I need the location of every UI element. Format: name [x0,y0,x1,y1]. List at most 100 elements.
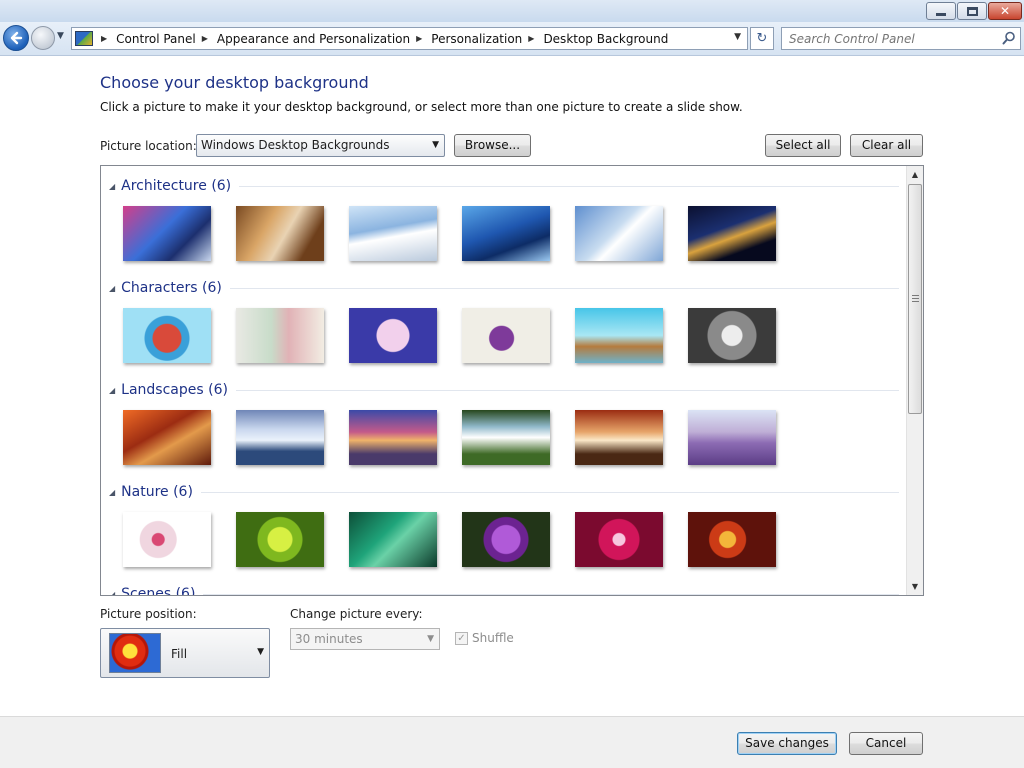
wallpaper-thumbnail[interactable] [123,206,211,261]
category-title: Characters (6) [121,280,222,296]
wallpaper-thumbnail[interactable] [462,308,550,363]
picture-position-value: Fill [171,647,188,661]
back-arrow-icon [10,31,23,45]
search-box[interactable] [781,27,1021,50]
close-button[interactable]: ✕ [988,2,1022,20]
picture-location-dropdown[interactable]: Windows Desktop Backgrounds ▼ [196,134,445,157]
recent-pages-dropdown-icon[interactable]: ▼ [57,31,67,45]
wallpaper-thumbnail[interactable] [236,206,324,261]
shuffle-label: Shuffle [472,631,514,645]
wallpaper-thumbnail[interactable] [123,512,211,567]
picture-location-label: Picture location: [100,139,197,153]
search-input[interactable] [782,28,992,49]
wallpaper-thumbnail[interactable] [462,410,550,465]
wallpaper-thumbnail[interactable] [575,206,663,261]
category-header[interactable]: ◢ Architecture (6) [109,176,899,196]
address-bar[interactable]: ▶ Control Panel ▶ Appearance and Persona… [71,27,748,50]
address-dropdown-icon[interactable]: ▼ [734,32,741,42]
breadcrumb-separator-icon[interactable]: ▶ [528,34,534,43]
wallpaper-thumbnail[interactable] [349,410,437,465]
breadcrumb-separator-icon[interactable]: ▶ [416,34,422,43]
select-all-button[interactable]: Select all [765,134,841,157]
category-header[interactable]: ◢ Nature (6) [109,482,899,502]
checkmark-icon[interactable]: ✓ [455,631,468,645]
page-description: Click a picture to make it your desktop … [100,100,743,114]
wallpaper-thumbnail[interactable] [688,410,776,465]
restore-button[interactable] [957,2,987,20]
wallpaper-thumbnail[interactable] [688,206,776,261]
picture-position-dropdown[interactable]: Fill ▼ [100,628,270,678]
category-title: Landscapes (6) [121,382,228,398]
picture-location-value: Windows Desktop Backgrounds [201,138,390,152]
category-divider [239,185,899,187]
refresh-icon: ↻ [756,31,768,46]
clear-all-button[interactable]: Clear all [850,134,923,157]
category-title: Architecture (6) [121,178,232,194]
wallpaper-thumbnail[interactable] [575,410,663,465]
breadcrumb-separator-icon[interactable]: ▶ [101,34,107,43]
chevron-down-icon: ▼ [427,634,434,644]
wallpaper-thumbnail[interactable] [462,206,550,261]
wallpaper-thumbnail[interactable] [575,308,663,363]
vertical-scrollbar[interactable]: ▲ ▼ [906,166,923,595]
scroll-up-arrow-icon[interactable]: ▲ [907,166,923,183]
category-divider [235,389,899,391]
navigation-bar: ▼ ▶ Control Panel ▶ Appearance and Perso… [0,22,1024,56]
wallpaper-thumbnail[interactable] [688,512,776,567]
collapse-arrow-icon[interactable]: ◢ [109,488,115,497]
refresh-button[interactable]: ↻ [750,27,774,50]
category-title: Scenes (6) [121,586,196,596]
picture-gallery[interactable]: ◢ Scenes (6) ◢ Nature (6) ◢ Landscapes (6) ◢ Ch… [100,165,924,596]
category-divider [229,287,899,289]
breadcrumb-separator-icon[interactable]: ▶ [202,34,208,43]
control-panel-icon [75,31,93,46]
page-title: Choose your desktop background [100,73,369,92]
scrollbar-thumb[interactable] [908,184,922,414]
chevron-down-icon: ▼ [432,140,439,150]
category-header[interactable]: ◢ Scenes (6) [109,584,899,596]
breadcrumb-appearance[interactable]: Appearance and Personalization [217,32,410,46]
chevron-down-icon: ▼ [257,647,264,657]
save-changes-button[interactable]: Save changes [737,732,837,755]
category-divider [203,593,899,595]
wallpaper-thumbnail[interactable] [462,512,550,567]
category-header[interactable]: ◢ Characters (6) [109,278,899,298]
browse-button[interactable]: Browse... [454,134,531,157]
category-header[interactable]: ◢ Landscapes (6) [109,380,899,400]
change-picture-interval-dropdown[interactable]: 30 minutes ▼ [290,628,440,650]
minimize-button[interactable] [926,2,956,20]
wallpaper-thumbnail[interactable] [236,410,324,465]
wallpaper-thumbnail[interactable] [349,206,437,261]
wallpaper-thumbnail[interactable] [575,512,663,567]
back-button[interactable] [3,25,29,51]
collapse-arrow-icon[interactable]: ◢ [109,386,115,395]
wallpaper-thumbnail[interactable] [349,512,437,567]
interval-value: 30 minutes [295,632,363,646]
category-divider [200,491,899,493]
search-icon[interactable] [1002,31,1016,45]
minimize-icon [936,12,946,16]
collapse-arrow-icon[interactable]: ◢ [109,182,115,191]
collapse-arrow-icon[interactable]: ◢ [109,284,115,293]
scroll-down-arrow-icon[interactable]: ▼ [907,578,923,595]
wallpaper-thumbnail[interactable] [123,308,211,363]
breadcrumb-personalization[interactable]: Personalization [431,32,522,46]
wallpaper-thumbnail[interactable] [349,308,437,363]
breadcrumb-desktop-background[interactable]: Desktop Background [543,32,668,46]
breadcrumb-control-panel[interactable]: Control Panel [116,32,196,46]
cancel-button[interactable]: Cancel [849,732,923,755]
restore-icon [966,6,978,16]
forward-button[interactable] [31,26,55,50]
category-title: Nature (6) [121,484,193,500]
collapse-arrow-icon[interactable]: ◢ [109,590,115,596]
shuffle-checkbox[interactable]: ✓ Shuffle [455,631,514,645]
wallpaper-thumbnail[interactable] [688,308,776,363]
wallpaper-thumbnail[interactable] [236,308,324,363]
wallpaper-thumbnail[interactable] [123,410,211,465]
close-icon: ✕ [999,4,1011,18]
change-picture-label: Change picture every: [290,607,423,621]
title-bar: ✕ [0,0,1024,22]
position-preview-image [109,633,161,673]
wallpaper-thumbnail[interactable] [236,512,324,567]
picture-position-label: Picture position: [100,607,197,621]
